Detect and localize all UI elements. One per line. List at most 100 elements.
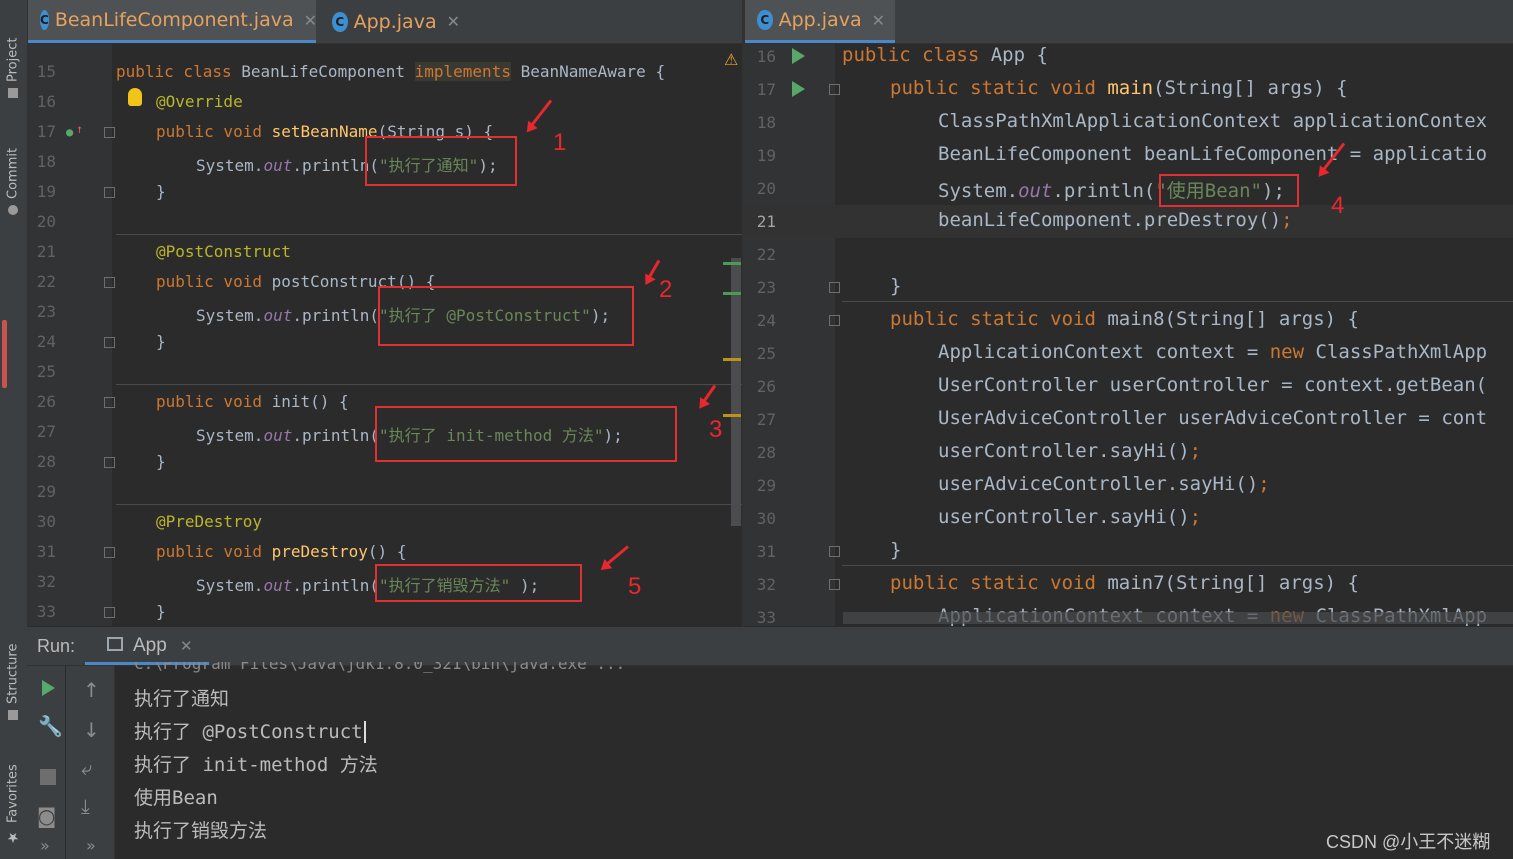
code-line: }	[890, 539, 902, 561]
close-icon[interactable]: ✕	[304, 11, 317, 30]
line-number: 25	[756, 344, 776, 363]
marker	[723, 292, 741, 295]
more-icon[interactable]: »	[86, 836, 96, 855]
stop-icon[interactable]	[40, 769, 56, 785]
wrench-icon[interactable]: 🔧	[38, 714, 63, 738]
code-line: }	[156, 332, 166, 351]
code-line: @PostConstruct	[156, 242, 291, 261]
line-number: 30	[36, 512, 56, 531]
star-icon: ★	[5, 829, 21, 845]
annotation-number: 2	[659, 276, 673, 303]
warning-icon[interactable]: ⚠	[724, 50, 738, 69]
annotation-number: 1	[553, 129, 567, 156]
override-up-icon[interactable]: ↑	[76, 122, 83, 136]
console-icon	[107, 637, 123, 651]
code-line: public class BeanLifeComponent implement…	[116, 62, 666, 81]
code-line: UserController userController = context.…	[938, 374, 1488, 396]
line-number: 16	[36, 92, 56, 111]
code-line: BeanLifeComponent beanLifeComponent = ap…	[938, 143, 1488, 165]
error-marker	[2, 320, 7, 388]
highlight-box-4	[1159, 174, 1299, 207]
rerun-icon[interactable]	[42, 680, 55, 696]
line-number: 22	[36, 272, 56, 291]
highlight-box-3	[375, 406, 677, 462]
line-number: 30	[756, 509, 776, 528]
close-icon[interactable]: ✕	[180, 637, 193, 655]
java-class-icon: C	[757, 10, 773, 30]
run-gutter-icon[interactable]	[792, 81, 805, 97]
line-number: 25	[36, 362, 56, 381]
line-number: 24	[756, 311, 776, 330]
highlight-box-5	[375, 564, 582, 602]
code-line: ClassPathXmlApplicationContext applicati…	[938, 110, 1488, 132]
code-line: @Override	[156, 92, 243, 111]
annotation-number: 4	[1331, 192, 1345, 219]
code-line: UserAdviceController userAdviceControlle…	[938, 407, 1488, 429]
line-number: 32	[756, 575, 776, 594]
line-number: 28	[756, 443, 776, 462]
close-icon[interactable]: ✕	[872, 11, 885, 30]
structure-tool-button[interactable]: Structure	[2, 620, 24, 720]
line-number: 24	[36, 332, 56, 351]
tab-app-right[interactable]: C App.java ✕	[745, 0, 895, 43]
line-number: 31	[756, 542, 776, 561]
commit-icon	[8, 205, 18, 215]
run-label: Run:	[37, 636, 76, 656]
line-number: 31	[36, 542, 56, 561]
code-line: }	[156, 602, 166, 621]
line-number: 19	[36, 182, 56, 201]
right-code-area[interactable]: public class App { public static void ma…	[842, 44, 1513, 626]
java-class-icon: C	[40, 10, 49, 30]
bulb-icon[interactable]	[128, 88, 142, 106]
line-number: 22	[756, 245, 776, 264]
structure-icon	[8, 710, 18, 720]
implements-gutter-icon[interactable]: ●	[66, 125, 73, 139]
close-icon[interactable]: ✕	[447, 12, 460, 31]
commit-tool-button[interactable]: Commit	[2, 120, 24, 215]
console-line: 执行了销毁方法	[134, 820, 268, 842]
favorites-tool-button[interactable]: ★ Favorites	[2, 745, 24, 845]
annotation-number: 3	[709, 416, 723, 443]
line-number: 17	[756, 80, 776, 99]
down-icon[interactable]: ↓	[83, 718, 100, 742]
camera-icon[interactable]: ◙	[37, 804, 56, 828]
run-command-line: C:\Program Files\Java\jdk1.8.0_321\bin\j…	[134, 662, 626, 673]
marker	[723, 262, 741, 265]
soft-wrap-icon[interactable]: ⤶	[81, 756, 92, 780]
left-scrollbar[interactable]	[731, 258, 741, 526]
code-line: ApplicationContext context = new ClassPa…	[938, 341, 1488, 363]
project-tool-button[interactable]: Project	[2, 8, 24, 98]
line-number: 28	[36, 452, 56, 471]
tab-app[interactable]: C App.java ✕	[320, 0, 470, 43]
tab-beanlifecomponent[interactable]: C BeanLifeComponent.java ✕	[28, 0, 317, 43]
marker	[723, 414, 741, 417]
line-number: 23	[36, 302, 56, 321]
right-h-scrollbar[interactable]	[843, 612, 1513, 624]
caret	[363, 721, 366, 743]
run-gutter-icon[interactable]	[792, 48, 805, 64]
line-number: 23	[756, 278, 776, 297]
line-number: 26	[36, 392, 56, 411]
line-number: 18	[36, 152, 56, 171]
code-line: }	[890, 275, 902, 297]
console-line: 执行了 init-method 方法	[134, 754, 378, 776]
line-number: 26	[756, 377, 776, 396]
up-icon[interactable]: ↑	[83, 678, 100, 702]
run-panel-header: Run: App ✕	[27, 627, 1513, 666]
line-number: 18	[756, 113, 776, 132]
code-line: }	[156, 182, 166, 201]
annotation-number: 5	[628, 573, 642, 600]
right-editor-tabbar: C App.java ✕	[745, 0, 1513, 44]
line-number: 27	[756, 410, 776, 429]
line-number: 33	[756, 608, 776, 627]
highlight-box-2	[378, 286, 634, 346]
more-icon[interactable]: »	[40, 836, 50, 855]
code-line: public static void main7(String[] args) …	[890, 572, 1360, 594]
scroll-to-end-icon[interactable]: ⤓	[81, 794, 90, 818]
code-line: }	[156, 452, 166, 471]
line-number: 20	[36, 212, 56, 231]
run-tab-app[interactable]: App ✕	[85, 627, 209, 665]
code-line: public class App {	[842, 44, 1048, 66]
line-number: 19	[756, 146, 776, 165]
console-line: 执行了 @PostConstruct	[134, 717, 366, 744]
